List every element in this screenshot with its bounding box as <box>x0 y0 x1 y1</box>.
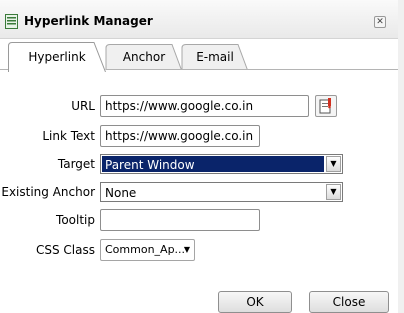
close-icon[interactable]: ✕ <box>374 16 386 28</box>
window-edge <box>398 0 404 313</box>
tab-anchor[interactable]: Anchor <box>98 44 182 70</box>
ok-button[interactable]: OK <box>218 291 292 313</box>
tab-label: E-mail <box>196 50 234 64</box>
url-label: URL <box>71 99 95 113</box>
css-class-value: Common_Ap... <box>105 243 186 256</box>
link-text-field[interactable]: https://www.google.co.in <box>100 125 260 147</box>
chevron-down-icon[interactable]: ▼ <box>326 184 341 200</box>
existing-anchor-value: None <box>105 186 137 200</box>
chevron-down-icon: ▼ <box>183 245 190 254</box>
hyperlink-manager-dialog: Hyperlink Manager ✕ Hyperlink Anchor E-m… <box>0 0 399 313</box>
url-field[interactable]: https://www.google.co.in <box>100 95 309 117</box>
tooltip-field[interactable] <box>100 209 260 231</box>
target-value: Parent Window <box>102 156 324 172</box>
tab-label: Hyperlink <box>28 50 86 64</box>
target-select[interactable]: Parent Window ▼ <box>100 154 343 174</box>
dialog-titlebar: Hyperlink Manager ✕ <box>0 0 398 39</box>
document-manager-icon-glyph <box>319 98 331 114</box>
css-class-label: CSS Class <box>36 243 95 257</box>
dialog-title: Hyperlink Manager <box>24 14 153 28</box>
document-icon <box>5 14 18 29</box>
document-manager-icon[interactable] <box>315 95 337 117</box>
tab-divider <box>106 69 398 70</box>
tab-hyperlink[interactable]: Hyperlink <box>8 42 106 72</box>
link-text-label: Link Text <box>42 129 95 143</box>
css-class-select[interactable]: Common_Ap... ▼ <box>100 239 195 261</box>
tab-email[interactable]: E-mail <box>174 44 248 70</box>
close-button[interactable]: Close <box>309 291 389 313</box>
target-label: Target <box>57 157 95 171</box>
existing-anchor-label: Existing Anchor <box>1 185 95 199</box>
tab-strip: Hyperlink Anchor E-mail <box>0 40 398 72</box>
tooltip-label: Tooltip <box>56 213 95 227</box>
chevron-down-icon[interactable]: ▼ <box>326 156 341 172</box>
tab-label: Anchor <box>122 50 166 64</box>
tab-divider <box>0 69 8 70</box>
existing-anchor-select[interactable]: None ▼ <box>100 182 343 202</box>
